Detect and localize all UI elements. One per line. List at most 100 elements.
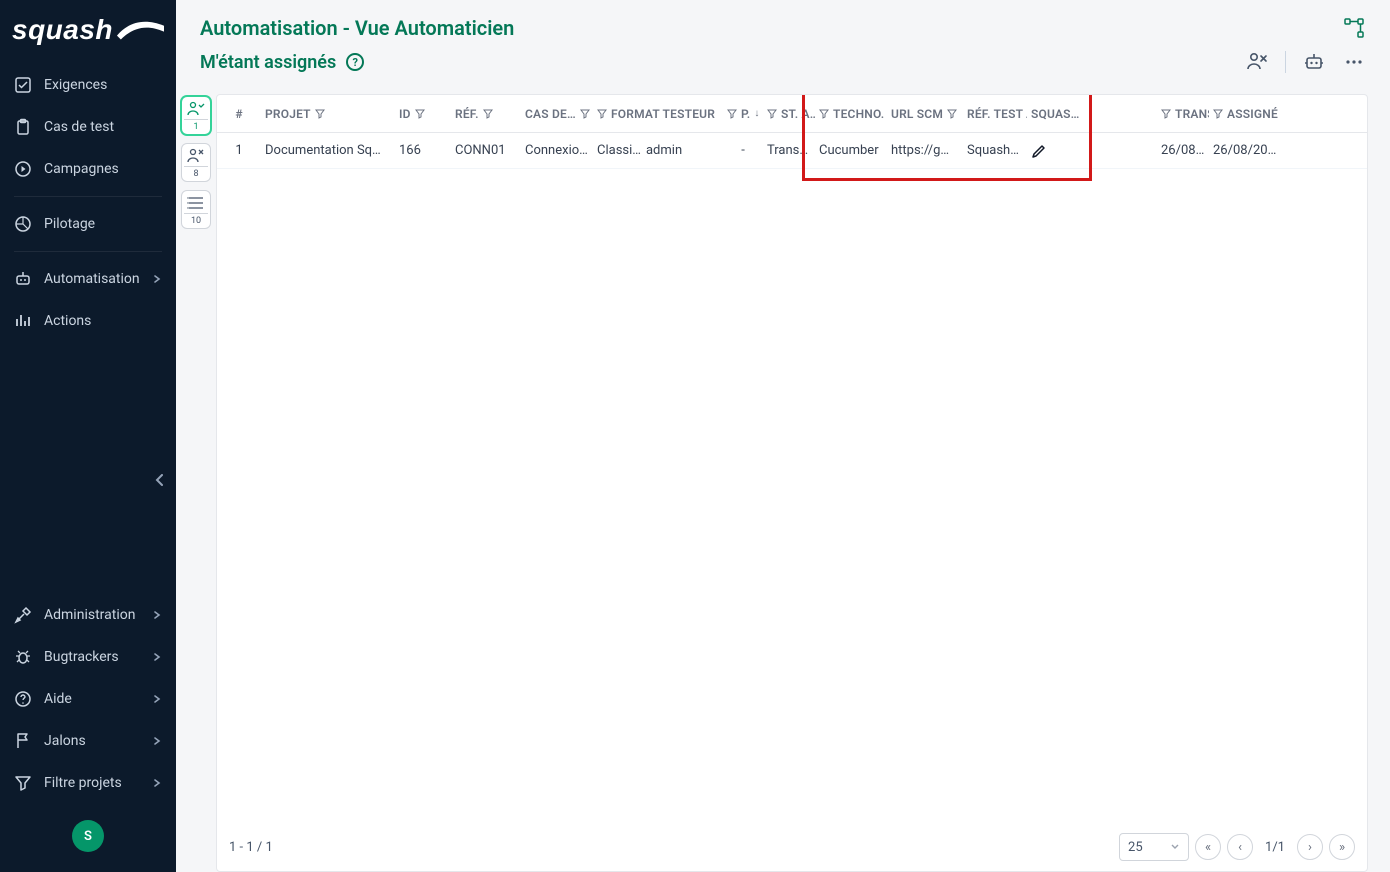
rail-all[interactable]: 10 [181,190,211,229]
chevron-right-icon [152,778,162,788]
pager: 25 « ‹ 1/1 › » [1119,833,1355,861]
question-circle-icon [14,690,32,708]
rail-unassigned[interactable]: 8 [181,143,211,182]
workflow-icon[interactable] [1342,16,1366,40]
tools-icon [14,606,32,624]
clipboard-icon [14,118,32,136]
sidebar-item-campagnes[interactable]: Campagnes [0,148,176,190]
col-reftest[interactable]: RÉF. TEST AUTO [963,107,1027,121]
sidebar-item-automatisation[interactable]: Automatisation [0,258,176,300]
cell-urlscm: https://g… [887,143,963,158]
bug-icon [14,648,32,666]
col-p[interactable]: P.↓ [723,107,763,121]
grid-header: # PROJET ID RÉF. CAS DE… FORMAT TESTEUR … [217,95,1367,133]
page-size-select[interactable]: 25 [1119,833,1189,861]
cell-assigne: 26/08/2021 [1209,143,1281,158]
col-transmi[interactable]: TRANSMI… [1157,107,1209,121]
sidebar-item-label: Automatisation [44,271,140,287]
sidebar-item-jalons[interactable]: Jalons [0,720,176,762]
filter-icon [415,109,425,119]
nav-mid2: Automatisation Actions [0,258,176,342]
header: Automatisation - Vue Automaticien [176,0,1390,44]
sidebar-item-exigences[interactable]: Exigences [0,64,176,106]
cell-id: 166 [395,143,451,158]
table-row[interactable]: 1 Documentation Sq… 166 CONN01 Connexio…… [217,133,1367,169]
cell-cas: Connexio… [521,143,593,158]
sidebar-item-label: Jalons [44,733,86,749]
sidebar-item-pilotage[interactable]: Pilotage [0,203,176,245]
filter-icon [819,109,829,119]
sidebar-item-filtre-projets[interactable]: Filtre projets [0,762,176,804]
filter-icon [597,109,607,119]
page-first-button[interactable]: « [1195,834,1221,860]
more-icon[interactable] [1342,50,1366,74]
col-squas[interactable]: SQUAS… [1027,107,1157,121]
chevron-right-icon [152,736,162,746]
col-techno[interactable]: TECHNO.↑ [815,107,887,121]
col-urlscm[interactable]: URL SCM [887,107,963,121]
sidebar-collapse-button[interactable] [0,462,176,498]
filter-icon [580,109,590,119]
filter-icon [1161,109,1171,119]
check-square-icon [14,76,32,94]
col-id[interactable]: ID [395,107,451,121]
page-next-button[interactable]: › [1297,834,1323,860]
sidebar-item-label: Cas de test [44,119,114,135]
sidebar-item-label: Campagnes [44,161,119,177]
cell-status: Transmis [763,143,815,158]
filter-icon [1213,109,1223,119]
main-panel: Automatisation - Vue Automaticien M'étan… [176,0,1390,872]
col-num[interactable]: # [217,107,261,121]
cell-ref: CONN01 [451,143,521,158]
flag-icon [14,732,32,750]
cell-prio: - [723,143,763,158]
logo-text: squash [12,14,113,46]
sidebar-item-cas-de-test[interactable]: Cas de test [0,106,176,148]
page-info: 1/1 [1265,840,1285,855]
nav-mid1: Pilotage [0,203,176,245]
page-last-button[interactable]: » [1329,834,1355,860]
section-title: M'étant assignés [200,52,336,73]
edit-button[interactable] [1027,143,1157,159]
chevron-right-icon [152,610,162,620]
bars-icon [14,312,32,330]
chevron-right-icon [152,274,162,284]
filter-icon [727,109,737,119]
logo-swoosh-icon [115,16,166,44]
sidebar-item-bugtrackers[interactable]: Bugtrackers [0,636,176,678]
cell-projet: Documentation Sq… [261,143,395,158]
grid-footer: 1 - 1 / 1 25 « ‹ 1/1 › » [217,822,1367,871]
content: 1 8 10 # PROJET ID RÉF. CAS DE… FORMAT T… [176,82,1390,872]
col-assigne[interactable]: ASSIGNÉ LE [1209,107,1281,121]
avatar[interactable]: S [72,820,104,852]
sidebar-item-actions[interactable]: Actions [0,300,176,342]
robot-icon [14,270,32,288]
filter-icon [947,109,957,119]
logo: squash [0,0,176,64]
col-ref[interactable]: RÉF. [451,107,521,121]
rail-assigned-to-me[interactable]: 1 [181,96,211,135]
col-cas[interactable]: CAS DE… [521,107,593,121]
cell-num: 1 [217,143,261,158]
cell-transmi: 26/08/2021 [1157,143,1209,158]
funnel-icon [14,774,32,792]
data-grid: # PROJET ID RÉF. CAS DE… FORMAT TESTEUR … [216,94,1368,872]
col-format[interactable]: FORMAT TESTEUR [593,107,723,121]
col-status[interactable]: ST. A…↑ [763,107,815,121]
page-prev-button[interactable]: ‹ [1227,834,1253,860]
robot-icon[interactable] [1302,50,1326,74]
cell-reftest: SquashTM/Recett… [963,143,1027,158]
sidebar-item-administration[interactable]: Administration [0,594,176,636]
play-circle-icon [14,160,32,178]
chevron-right-icon [152,652,162,662]
sidebar-item-label: Bugtrackers [44,649,119,665]
sidebar-item-label: Administration [44,607,135,623]
sidebar-item-aide[interactable]: Aide [0,678,176,720]
filter-icon [315,109,325,119]
unassign-icon[interactable] [1245,50,1269,74]
col-projet[interactable]: PROJET [261,107,395,121]
sidebar-item-label: Pilotage [44,216,95,232]
help-icon[interactable]: ? [346,53,364,71]
gauge-icon [14,215,32,233]
sidebar-item-label: Actions [44,313,91,329]
